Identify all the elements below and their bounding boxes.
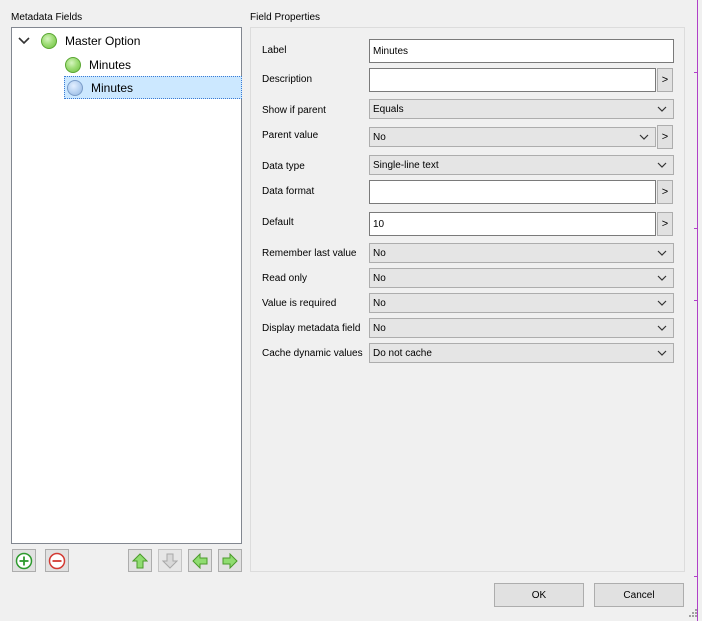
data-type-select[interactable]: Single-line text [369,155,674,175]
remove-field-button[interactable] [45,549,69,572]
remember-last-value: No [373,247,386,259]
default-browse-button[interactable]: > [657,212,673,236]
read-only-select[interactable]: No [369,268,674,288]
data-format-label: Data format [262,186,315,197]
tree-item-label: Minutes [89,57,132,72]
tree-item-minutes-selected[interactable]: Minutes [64,76,242,99]
label-field-label: Label [262,45,287,56]
show-if-parent-label: Show if parent [262,105,326,116]
cancel-button[interactable]: Cancel [594,583,684,607]
move-right-button[interactable] [218,549,242,572]
chevron-down-icon [657,275,667,281]
tree-item-master-option[interactable]: Master Option [12,29,241,52]
metadata-fields-title: Metadata Fields [11,12,83,23]
chevron-down-icon [657,350,667,356]
show-if-parent-value: Equals [373,103,404,115]
resize-grip-icon[interactable] [688,608,698,618]
parent-value-select[interactable]: No [369,127,656,147]
default-label: Default [262,217,294,228]
cache-value: Do not cache [373,347,432,359]
window-edge [697,0,698,621]
tree-item-label: Master Option [65,33,141,48]
description-input[interactable] [369,68,656,92]
edge-tick [694,576,698,577]
blue-circle-icon [67,79,83,96]
description-field-label: Description [262,74,313,85]
data-format-browse-button[interactable]: > [657,180,673,204]
tree-item-label: Minutes [91,80,134,95]
chevron-down-icon[interactable] [18,36,30,46]
chevron-down-icon [639,134,649,140]
metadata-tree[interactable]: Master Option Minutes Minutes [11,27,242,544]
add-icon [15,552,33,569]
green-circle-icon [41,32,57,49]
read-only-label: Read only [262,273,308,284]
parent-value-browse-button[interactable]: > [657,125,673,149]
chevron-down-icon [657,300,667,306]
data-type-label: Data type [262,161,305,172]
move-down-icon [162,553,178,569]
add-field-button[interactable] [12,549,36,572]
move-down-button[interactable] [158,549,182,572]
tree-item-minutes[interactable]: Minutes [65,53,185,76]
remember-last-label: Remember last value [262,248,357,259]
move-right-icon [222,552,238,569]
chevron-down-icon [657,250,667,256]
chevron-down-icon [657,325,667,331]
cache-select[interactable]: Do not cache [369,343,674,363]
display-field-label: Display metadata field [262,323,361,334]
required-select[interactable]: No [369,293,674,313]
edge-tick [694,228,698,229]
move-up-icon [132,552,148,568]
display-field-value: No [373,322,386,334]
chevron-down-icon [657,106,667,112]
label-input[interactable]: Minutes [369,39,674,63]
cache-label: Cache dynamic values [262,348,363,359]
required-label: Value is required [262,298,337,309]
ok-button[interactable]: OK [494,583,584,607]
show-if-parent-select[interactable]: Equals [369,99,674,119]
green-circle-icon [65,56,81,73]
move-left-button[interactable] [188,549,212,572]
parent-value-label: Parent value [262,130,319,141]
field-properties-title: Field Properties [250,12,321,23]
chevron-down-icon [657,162,667,168]
data-type-value: Single-line text [373,159,439,171]
required-value: No [373,297,386,309]
parent-value-value: No [373,131,386,143]
move-up-button[interactable] [128,549,152,572]
default-input[interactable]: 10 [369,212,656,236]
description-browse-button[interactable]: > [657,68,673,92]
data-format-input[interactable] [369,180,656,204]
edge-tick [694,72,698,73]
remember-last-select[interactable]: No [369,243,674,263]
read-only-value: No [373,272,386,284]
display-field-select[interactable]: No [369,318,674,338]
remove-icon [48,552,66,569]
move-left-icon [192,552,208,569]
edge-tick [694,300,698,301]
